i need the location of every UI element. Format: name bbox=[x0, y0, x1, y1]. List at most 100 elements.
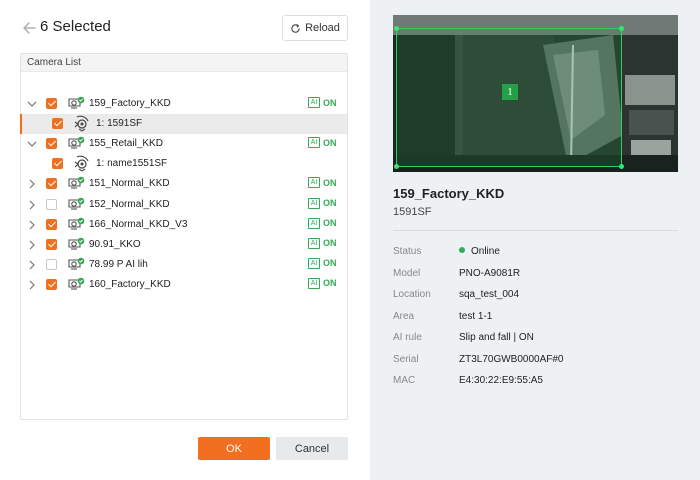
ai-status-badge: AI ON bbox=[308, 97, 337, 108]
camera-row[interactable]: 78.99 P AI lih AI ON bbox=[21, 255, 347, 275]
ok-button[interactable]: OK bbox=[198, 437, 270, 460]
row-label: 155_Retail_KKD bbox=[89, 138, 163, 150]
row-checkbox[interactable] bbox=[46, 138, 57, 150]
chevron-right-icon[interactable] bbox=[27, 280, 37, 290]
camera-channel-row[interactable]: 1: 1591SF bbox=[20, 114, 347, 135]
camera-online-icon bbox=[68, 277, 85, 292]
info-row-ai-rule: AI rule Slip and fall | ON bbox=[393, 332, 678, 346]
back-arrow-icon[interactable] bbox=[20, 19, 38, 37]
roi-handle-bottom-left[interactable] bbox=[394, 164, 399, 169]
info-row-area: Area test 1-1 bbox=[393, 311, 678, 325]
camera-row[interactable]: 151_Normal_KKD AI ON bbox=[21, 174, 347, 194]
info-row-model: Model PNO-A9081R bbox=[393, 268, 678, 282]
info-value: sqa_test_004 bbox=[459, 289, 519, 300]
roi-handle-top-left[interactable] bbox=[394, 26, 399, 31]
chevron-right-icon[interactable] bbox=[27, 200, 37, 210]
info-label: AI rule bbox=[393, 332, 422, 343]
reload-button[interactable]: Reload bbox=[282, 15, 348, 41]
row-label: 159_Factory_KKD bbox=[89, 98, 171, 109]
roi-number-badge: 1 bbox=[502, 84, 518, 100]
camera-selection-panel: 6 Selected Reload Camera List 159_Factor… bbox=[0, 0, 370, 480]
row-label: 166_Normal_KKD_V3 bbox=[89, 218, 188, 230]
ai-status-text: ON bbox=[323, 137, 337, 148]
row-checkbox[interactable] bbox=[52, 158, 63, 170]
chevron-right-icon[interactable] bbox=[27, 260, 37, 270]
info-value-text: test 1-1 bbox=[459, 310, 493, 322]
info-value-text: Online bbox=[471, 246, 500, 257]
chevron-right-icon[interactable] bbox=[27, 220, 37, 230]
camera-detail-panel: 1 159_Factory_KKD 1591SF Status Online Mod… bbox=[370, 0, 700, 480]
row-checkbox[interactable] bbox=[46, 258, 57, 270]
ai-status-text: ON bbox=[323, 278, 337, 289]
camera-online-icon bbox=[68, 176, 85, 191]
info-value-text: sqa_test_004 bbox=[459, 289, 520, 300]
camera-row[interactable]: 159_Factory_KKD AI ON bbox=[21, 94, 347, 114]
chevron-down-icon[interactable] bbox=[27, 99, 37, 109]
camera-preview: 1 bbox=[393, 15, 678, 172]
chevron-down-icon[interactable] bbox=[27, 139, 37, 149]
status-dot-icon bbox=[459, 247, 465, 253]
info-row-location: Location sqa_test_004 bbox=[393, 289, 678, 303]
info-value-text: PNO-A9081R bbox=[459, 267, 521, 279]
info-value-text: Slip and fall | ON bbox=[459, 332, 534, 343]
camera-channel-row[interactable]: 1: name1551SF bbox=[21, 154, 347, 174]
ai-badge-icon: AI bbox=[308, 97, 320, 108]
info-value: PNO-A9081R bbox=[459, 268, 520, 279]
ai-status-badge: AI ON bbox=[308, 257, 337, 269]
info-value: E4:30:22:E9:55:A5 bbox=[459, 375, 543, 386]
row-checkbox[interactable] bbox=[46, 98, 57, 109]
roi-handle-bottom-right[interactable] bbox=[619, 164, 624, 169]
reload-icon bbox=[291, 23, 300, 33]
info-label: Model bbox=[393, 267, 421, 279]
row-label: 160_Factory_KKD bbox=[89, 278, 171, 290]
page-title: 6 Selected bbox=[40, 18, 111, 35]
info-label: Location bbox=[393, 289, 431, 300]
ai-status-text: ON bbox=[323, 218, 337, 229]
chevron-right-icon[interactable] bbox=[27, 179, 37, 189]
panel-header: 6 Selected Reload bbox=[20, 15, 348, 42]
camera-online-icon bbox=[68, 96, 85, 111]
camera-row[interactable]: 160_Factory_KKD AI ON bbox=[21, 275, 347, 295]
row-label: 151_Normal_KKD bbox=[89, 178, 170, 190]
row-checkbox[interactable] bbox=[46, 278, 57, 290]
row-checkbox[interactable] bbox=[46, 218, 57, 230]
camera-name: 159_Factory_KKD bbox=[393, 186, 505, 201]
row-checkbox[interactable] bbox=[46, 198, 57, 210]
row-checkbox[interactable] bbox=[52, 118, 63, 130]
camera-online-icon bbox=[68, 197, 85, 212]
ai-status-text: ON bbox=[323, 258, 337, 269]
row-checkbox[interactable] bbox=[46, 238, 57, 250]
camera-online-icon bbox=[68, 217, 85, 232]
camera-row[interactable]: 166_Normal_KKD_V3 AI ON bbox=[21, 215, 347, 235]
ai-status-badge: AI ON bbox=[308, 197, 337, 209]
info-value: Slip and fall | ON bbox=[459, 332, 534, 343]
ai-status-badge: AI ON bbox=[308, 277, 337, 289]
camera-online-icon bbox=[68, 237, 85, 252]
camera-row[interactable]: 155_Retail_KKD AI ON bbox=[21, 134, 347, 154]
info-label: Area bbox=[393, 310, 415, 322]
row-label: 1: name1551SF bbox=[96, 158, 168, 170]
camera-row[interactable]: 152_Normal_KKD AI ON bbox=[21, 195, 347, 215]
roi-region[interactable]: 1 bbox=[394, 26, 624, 169]
chevron-right-icon[interactable] bbox=[27, 240, 37, 250]
row-label: 1: 1591SF bbox=[96, 118, 143, 130]
camera-row[interactable]: 90.91_KKO AI ON bbox=[21, 235, 347, 255]
ptz-camera-icon bbox=[73, 115, 91, 132]
ai-status-text: ON bbox=[323, 198, 337, 208]
ai-status-badge: AI ON bbox=[308, 237, 337, 249]
camera-list: Camera List 159_Factory_KKD AI ON 1: 1591SF… bbox=[20, 53, 348, 420]
ai-status-badge: AI ON bbox=[308, 137, 337, 149]
ai-badge-icon: AI bbox=[308, 137, 320, 149]
row-label: 78.99 P AI lih bbox=[89, 258, 148, 270]
roi-handle-top-right[interactable] bbox=[619, 26, 624, 31]
cancel-button[interactable]: Cancel bbox=[276, 437, 348, 460]
row-label: 152_Normal_KKD bbox=[89, 198, 170, 210]
info-value-text: E4:30:22:E9:55:A5 bbox=[459, 375, 543, 386]
info-row-status: Status Online bbox=[393, 246, 678, 260]
camera-online-icon bbox=[68, 257, 85, 272]
row-checkbox[interactable] bbox=[46, 178, 57, 190]
row-label: 90.91_KKO bbox=[89, 238, 141, 250]
ai-badge-icon: AI bbox=[308, 197, 320, 209]
camera-online-icon bbox=[68, 136, 85, 151]
info-label: Serial bbox=[393, 353, 419, 365]
